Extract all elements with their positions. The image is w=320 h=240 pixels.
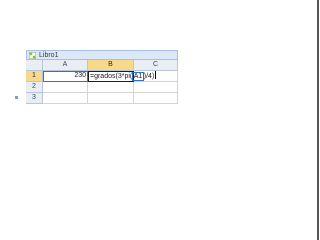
bullet-marker	[15, 96, 18, 99]
column-header-c[interactable]: C	[134, 60, 178, 71]
row-header-2[interactable]: 2	[26, 82, 43, 93]
cell-b2[interactable]	[88, 82, 134, 93]
cell-b3[interactable]	[88, 93, 134, 104]
cell-b1-formula[interactable]: =grados(3*pi(A1)/4)	[90, 71, 157, 82]
slide-canvas: Libro1 A B C 1 230 2 3 =grados(3*pi(A1 …	[0, 0, 320, 240]
workbook-title: Libro1	[39, 52, 59, 59]
text-cursor	[155, 71, 157, 79]
cell-c2[interactable]	[134, 82, 178, 93]
slide-edge-border	[317, 0, 319, 240]
cell-a3[interactable]	[43, 93, 88, 104]
excel-workbook-icon	[29, 52, 36, 59]
row-header-1[interactable]: 1	[26, 71, 43, 82]
cell-c3[interactable]	[134, 93, 178, 104]
cell-a2[interactable]	[43, 82, 88, 93]
formula-suffix: )/4)	[143, 73, 155, 80]
row-header-3[interactable]: 3	[26, 93, 43, 104]
formula-prefix: =grados(3*pi(	[90, 73, 133, 80]
workbook-window: Libro1 A B C 1 230 2 3 =grados(3*pi(A1 …	[26, 50, 178, 105]
column-header-b[interactable]: B	[88, 60, 134, 71]
formula-reference: A1	[132, 72, 144, 81]
select-all-corner[interactable]	[26, 60, 43, 71]
formula-reference-highlight	[43, 71, 88, 82]
column-header-a[interactable]: A	[43, 60, 88, 71]
workbook-titlebar[interactable]: Libro1	[26, 50, 178, 60]
